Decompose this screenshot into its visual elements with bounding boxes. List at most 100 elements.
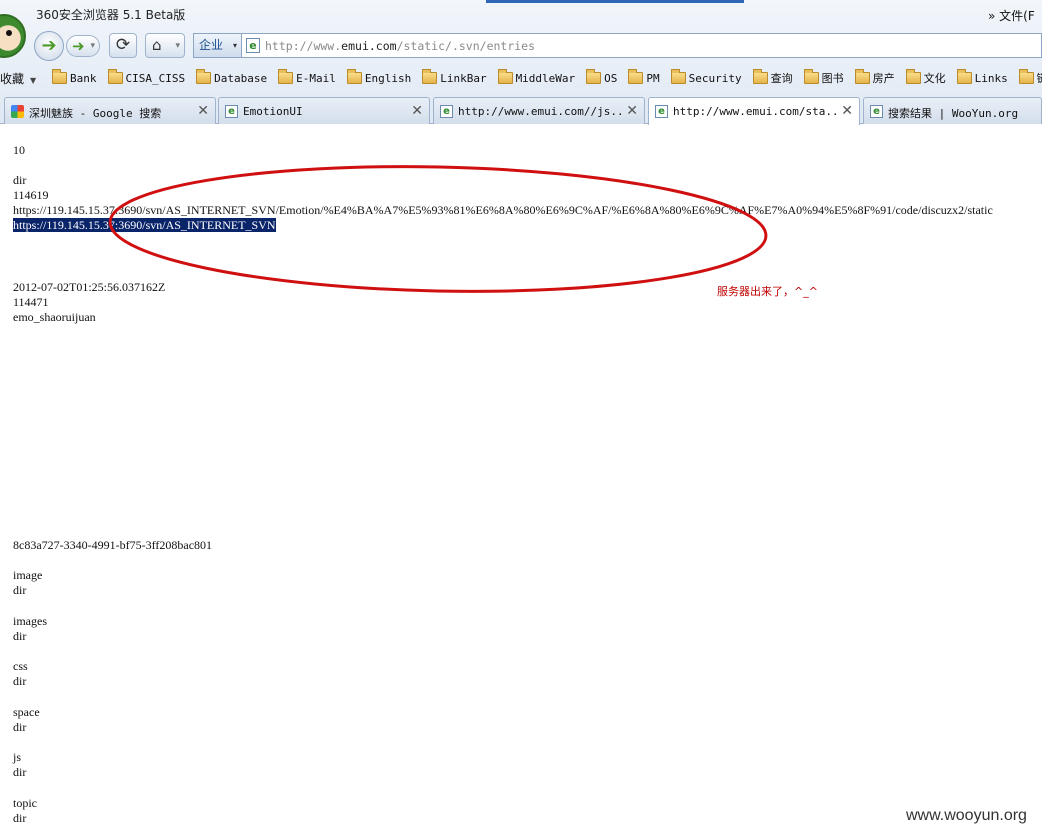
bookmark-label: 文化 <box>923 72 946 85</box>
folder-icon <box>346 69 362 84</box>
bookmark-label: 链接 <box>1037 70 1042 86</box>
bookmark-folder[interactable]: E-Mail <box>278 69 336 86</box>
folder-icon <box>497 69 513 84</box>
browser-logo-icon <box>0 6 26 62</box>
svn-entry-kind: dir <box>13 810 27 825</box>
chevron-down-icon[interactable]: ▾ <box>175 35 180 57</box>
chevron-down-icon: ▾ <box>232 41 237 50</box>
address-bar[interactable]: 企业 ▾ e http://www.emui.com/static/.svn/en… <box>193 33 1042 58</box>
folder-icon <box>586 69 602 84</box>
svn-format-version: 10 <box>13 143 25 157</box>
svn-revision: 114619 <box>13 188 49 202</box>
folder-icon <box>1018 69 1034 84</box>
bookmark-folder[interactable]: English <box>346 69 412 86</box>
folder-icon <box>905 69 921 84</box>
bookmark-folder[interactable]: 文化 <box>905 69 946 86</box>
forward-button[interactable]: ➜ ▾ <box>66 35 100 57</box>
home-button[interactable]: ⌂ ▾ <box>145 33 185 58</box>
address-input[interactable]: http://www.emui.com/static/.svn/entries <box>265 39 535 53</box>
bookmark-folder[interactable]: LinkBar <box>422 69 487 86</box>
back-arrow-icon[interactable]: ➔ <box>34 31 64 61</box>
bookmark-folder[interactable]: Bank <box>52 69 97 86</box>
file-menu[interactable]: » 文件(F <box>988 7 1035 24</box>
home-icon: ⌂ <box>152 36 162 54</box>
bookmark-label: English <box>364 71 412 85</box>
svn-commit-date: 2012-07-02T01:25:56.037162Z <box>13 280 166 294</box>
page-e-icon: e <box>870 105 883 118</box>
page-e-icon: e <box>225 105 238 118</box>
folder-icon <box>107 69 123 84</box>
svn-entry-kind: dir <box>13 674 27 688</box>
folder-icon <box>956 69 972 84</box>
svn-entry-name: space <box>13 704 40 719</box>
close-icon[interactable]: ✕ <box>411 103 423 119</box>
browser-tab[interactable]: e http://www.emui.com//js... ✕ <box>433 97 645 124</box>
bookmark-folder[interactable]: MiddleWar <box>497 69 576 86</box>
bookmark-label: Links <box>974 71 1008 85</box>
bookmark-label: OS <box>604 71 618 85</box>
chevron-down-icon: ▼ <box>30 76 37 85</box>
folder-icon <box>196 69 212 84</box>
favorites-label: 收藏 <box>0 72 25 86</box>
favorites-menu[interactable]: 收藏 ▼ <box>0 70 36 87</box>
bookmark-folder[interactable]: 图书 <box>803 69 844 86</box>
bookmark-folder[interactable]: CISA_CISS <box>107 69 186 86</box>
bookmark-label: CISA_CISS <box>125 71 186 85</box>
tab-strip: 深圳魅族 - Google 搜索 ✕ e EmotionUI ✕ e http://www.… <box>0 97 1042 125</box>
mode-switch-button[interactable]: 企业 ▾ <box>194 34 242 57</box>
bookmark-folder[interactable]: Links <box>956 69 1008 86</box>
folder-icon <box>278 69 294 84</box>
bookmark-label: LinkBar <box>440 71 487 85</box>
bookmark-label: E-Mail <box>296 71 336 85</box>
browser-tab[interactable]: e http://www.emui.com/sta... ✕ <box>648 97 860 125</box>
tab-label: EmotionUI <box>243 105 303 118</box>
bookmark-folder[interactable]: OS <box>586 69 618 86</box>
refresh-icon[interactable]: ⟳ <box>109 33 137 58</box>
svn-repo-uuid: 8c83a727-3340-4991-bf75-3ff208bac801 <box>13 538 213 552</box>
svn-entry-kind: dir <box>13 173 27 187</box>
svn-entry-kind: dir <box>13 719 27 734</box>
page-e-icon: e <box>655 105 668 118</box>
close-icon[interactable]: ✕ <box>626 103 638 119</box>
folder-icon <box>752 69 768 84</box>
bookmark-label: 图书 <box>821 72 844 85</box>
address-prefix: http://www. <box>265 39 342 53</box>
tab-label: 搜索结果 | WooYun.org <box>888 107 1019 120</box>
address-path: /static/.svn/entries <box>396 39 536 53</box>
svn-entry-name: images <box>13 613 47 628</box>
bookmark-label: Bank <box>70 71 97 85</box>
page-e-icon: e <box>246 38 260 53</box>
google-icon <box>11 105 24 118</box>
svn-entry-name: js <box>13 750 22 764</box>
chevron-down-icon[interactable]: ▾ <box>90 36 95 56</box>
browser-tab[interactable]: e EmotionUI ✕ <box>218 97 430 124</box>
svn-entry-name: topic <box>13 795 37 810</box>
tab-label: 深圳魅族 - Google 搜索 <box>29 107 162 120</box>
watermark: www.wooyun.org <box>906 807 1027 824</box>
close-icon[interactable]: ✕ <box>197 103 209 119</box>
browser-chrome: 360安全浏览器 5.1 Beta版 » 文件(F ➔ ➜ ▾ ⟳ ⌂ ▾ 企业 ▾ … <box>0 0 1042 125</box>
svn-repo-root-selected: https://119.145.15.37:3690/svn/AS_INTERN… <box>13 218 276 232</box>
folder-icon <box>854 69 870 84</box>
svn-entry-kind: dir <box>13 628 27 643</box>
bookmark-label: PM <box>646 71 660 85</box>
svn-entry-kind: dir <box>13 765 27 779</box>
bookmark-folder[interactable]: PM <box>628 69 660 86</box>
bookmark-folder[interactable]: 查询 <box>752 69 793 86</box>
bookmark-folder[interactable]: Security <box>670 69 742 86</box>
bookmark-folder[interactable]: Database <box>196 69 268 86</box>
bookmark-label: Database <box>214 71 268 85</box>
bookmark-label: MiddleWar <box>515 71 576 85</box>
svn-entry-name: image <box>13 568 43 582</box>
page-e-icon: e <box>440 105 453 118</box>
forward-arrow-icon: ➜ <box>72 37 85 55</box>
title-accent-bar <box>486 0 744 3</box>
window-title: 360安全浏览器 5.1 Beta版 <box>36 8 186 22</box>
bookmark-folder[interactable]: 房产 <box>854 69 895 86</box>
bookmark-folder[interactable]: 链接 <box>1018 69 1042 86</box>
mode-label: 企业 <box>199 38 224 52</box>
page-content: 10 dir 114619 https://119.145.15.37:3690… <box>0 125 1042 828</box>
browser-tab[interactable]: e 搜索结果 | WooYun.org <box>863 97 1042 124</box>
browser-tab[interactable]: 深圳魅族 - Google 搜索 ✕ <box>4 97 216 124</box>
close-icon[interactable]: ✕ <box>841 103 853 119</box>
